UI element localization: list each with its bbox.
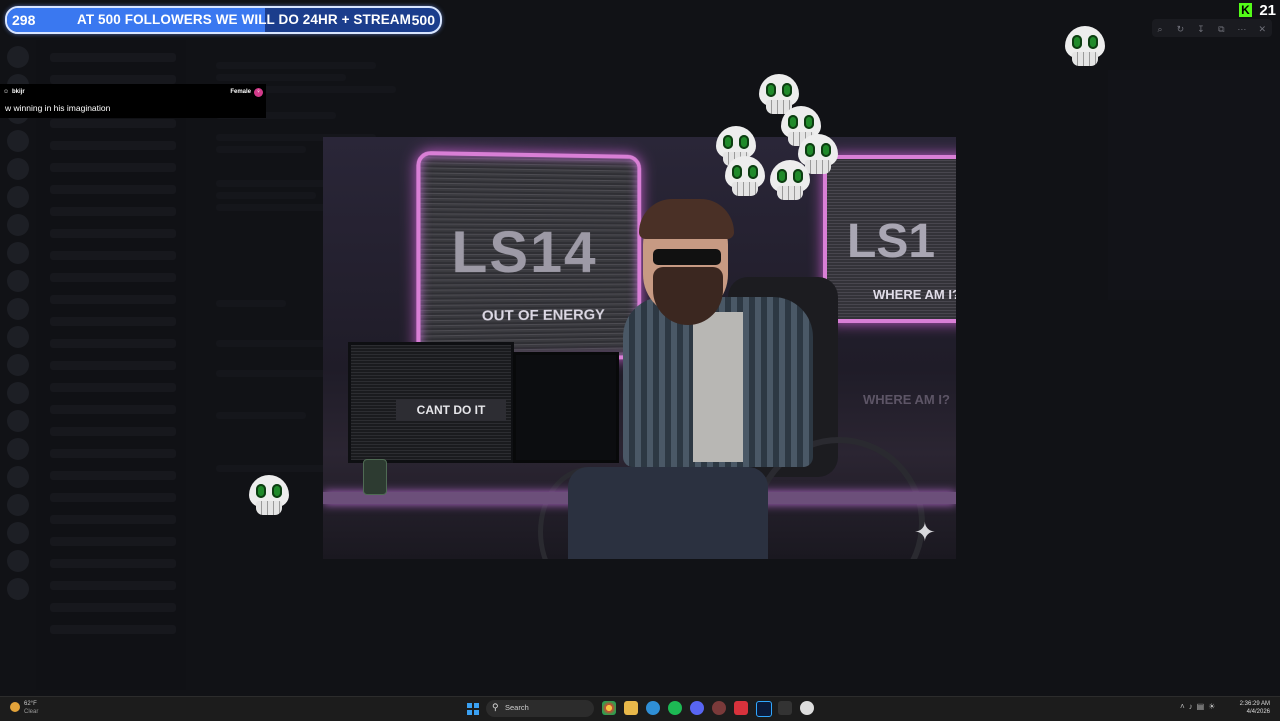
zoom-icon[interactable]: ⌕ bbox=[1152, 20, 1168, 38]
weather-temp: 62°F bbox=[24, 701, 37, 707]
goal-target-count: 500 bbox=[411, 12, 435, 28]
moon-icon bbox=[10, 702, 20, 712]
viewer-count: 21 bbox=[1259, 2, 1276, 19]
acrobat-icon[interactable] bbox=[734, 701, 748, 715]
figure-shirt bbox=[693, 312, 743, 462]
sign-right-caption: WHERE AM I? bbox=[873, 287, 956, 302]
obs-icon[interactable] bbox=[712, 701, 726, 715]
sign-right-title: LS1 bbox=[847, 215, 936, 268]
search-placeholder: Search bbox=[505, 703, 529, 712]
goal-text: AT 500 FOLLOWERS WE WILL DO 24HR + STREA… bbox=[77, 12, 411, 27]
monitor-right bbox=[513, 352, 619, 463]
open-external-icon[interactable]: ⧉ bbox=[1213, 20, 1229, 38]
more-icon[interactable]: ⋯ bbox=[1234, 20, 1250, 38]
image-viewer-controls: ⌕ ↻ ↧ ⧉ ⋯ ✕ bbox=[1152, 19, 1272, 37]
energy-drink-can bbox=[363, 459, 387, 495]
skull-icon bbox=[246, 475, 292, 517]
figure-legs bbox=[568, 467, 768, 559]
neon-sign-left: LS14 OUT OF ENERGY bbox=[416, 150, 642, 364]
skull-icon bbox=[1062, 26, 1108, 68]
chat-text: w winning in his imagination bbox=[5, 103, 111, 113]
channel-list bbox=[36, 40, 186, 690]
file-explorer-icon[interactable] bbox=[624, 701, 638, 715]
clock-date: 4/4/2026 bbox=[1246, 709, 1270, 715]
close-icon[interactable]: ✕ bbox=[1254, 20, 1270, 38]
sign-left-caption: OUT OF ENERGY bbox=[481, 306, 605, 325]
terminal-icon[interactable] bbox=[778, 701, 792, 715]
chrome-icon[interactable] bbox=[602, 701, 616, 715]
system-tray-icons[interactable]: ˄♪▤☀ bbox=[1180, 702, 1219, 711]
clock[interactable]: 2:36:29 AM 4/4/2026 bbox=[1240, 700, 1270, 716]
start-button[interactable] bbox=[467, 703, 479, 715]
clock-time: 2:36:29 AM bbox=[1239, 701, 1270, 707]
meme-image: LS14 OUT OF ENERGY LS1 WHERE AM I? CANT … bbox=[323, 137, 956, 559]
monitor-left: CANT DO IT bbox=[348, 342, 514, 463]
neon-sign-right: LS1 WHERE AM I? bbox=[823, 155, 956, 323]
photoshop-icon[interactable] bbox=[756, 701, 772, 717]
sign-left-title: LS14 bbox=[451, 219, 598, 286]
wall-graffiti: WHERE AM I? bbox=[863, 392, 950, 407]
follower-goal-bar: 298 AT 500 FOLLOWERS WE WILL DO 24HR + S… bbox=[5, 6, 442, 34]
gender-icon: ♀ bbox=[254, 88, 263, 97]
edge-icon[interactable] bbox=[646, 701, 660, 715]
taskbar-search[interactable]: ⚲ Search bbox=[486, 700, 594, 717]
chat-message-overlay: ☺ bkijr Female ♀ w winning in his imagin… bbox=[0, 84, 266, 118]
download-icon[interactable]: ↧ bbox=[1193, 20, 1209, 38]
weather-condition: Clear bbox=[24, 709, 39, 715]
spotify-icon[interactable] bbox=[668, 701, 682, 715]
kick-logo: K bbox=[1239, 3, 1252, 17]
taskbar: 62°F Clear ⚲ Search ˄♪▤☀ 2:36:29 AM 4/4/… bbox=[0, 696, 1280, 721]
chat-gender: Female bbox=[230, 89, 251, 95]
chat-username: bkijr bbox=[12, 89, 25, 95]
sparkle-icon: ✦ bbox=[914, 517, 936, 547]
monitor-label: CANT DO IT bbox=[396, 399, 506, 421]
sunglasses bbox=[653, 249, 721, 265]
skull-icon bbox=[722, 156, 768, 198]
figure-hair bbox=[639, 199, 734, 239]
goal-current-count: 298 bbox=[12, 12, 36, 28]
profile-panel bbox=[1108, 70, 1280, 300]
rotate-icon[interactable]: ↻ bbox=[1172, 20, 1188, 38]
discord-icon[interactable] bbox=[690, 701, 704, 715]
search-icon: ⚲ bbox=[492, 702, 499, 712]
user-icon: ☺ bbox=[3, 89, 10, 95]
server-list bbox=[0, 40, 36, 690]
skull-icon bbox=[767, 160, 813, 202]
app-icon[interactable] bbox=[800, 701, 814, 715]
